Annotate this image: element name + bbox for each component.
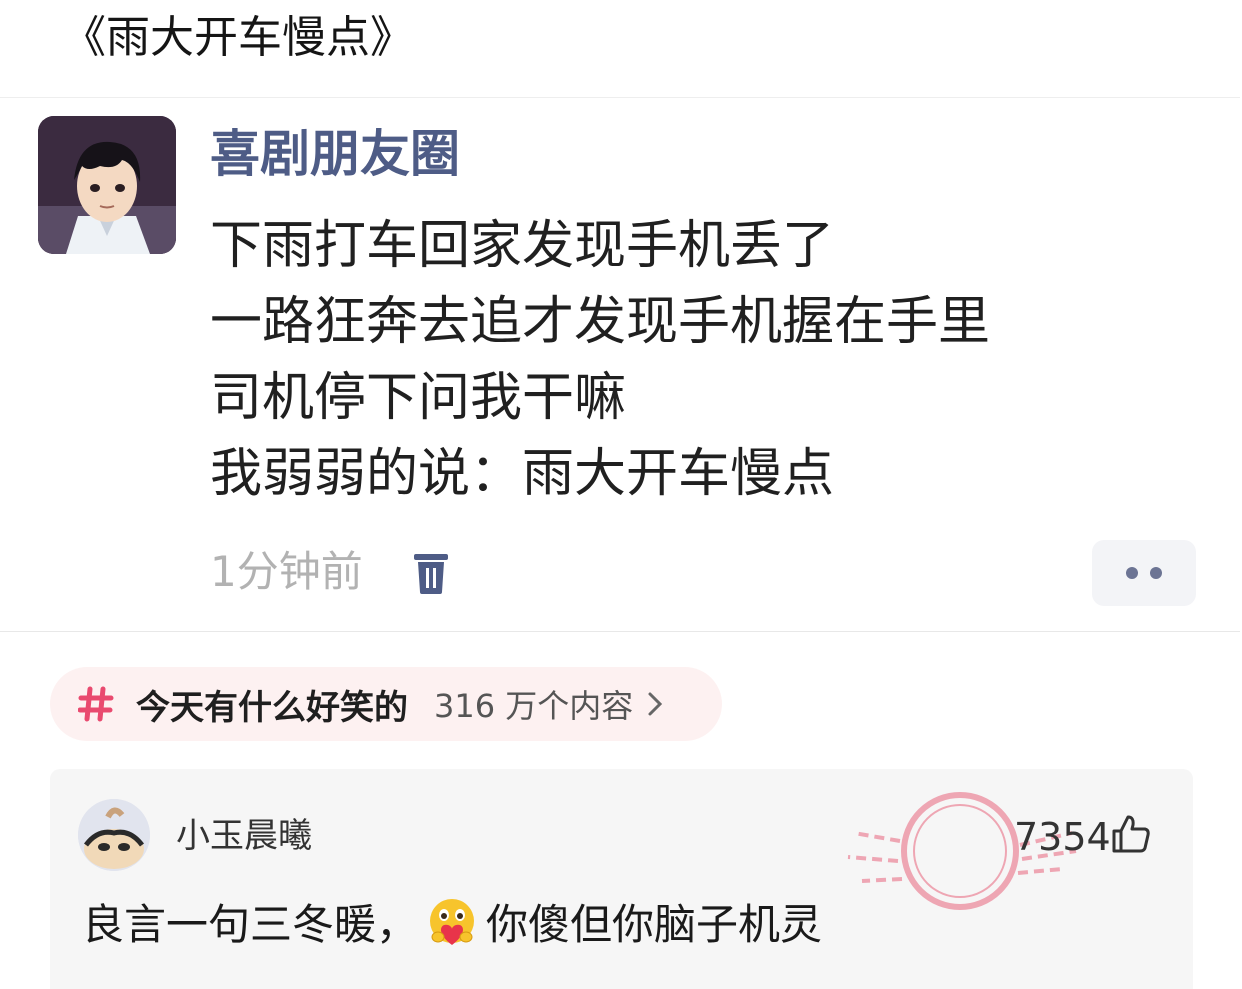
moment-text: 下雨打车回家发现手机丢了 一路狂奔去追才发现手机握在手里 司机停下问我干嘛 我弱… xyxy=(210,208,990,512)
moment-line: 下雨打车回家发现手机丢了 xyxy=(210,216,835,276)
topic-link[interactable]: 今天有什么好笑的 316 万个内容 xyxy=(50,667,722,741)
heart-hug-emoji-icon xyxy=(430,899,475,945)
thumbs-up-icon[interactable] xyxy=(1110,813,1152,855)
commenter-name[interactable]: 小玉晨曦 xyxy=(176,814,312,858)
like-count: 7354 xyxy=(1014,815,1111,859)
poster-avatar xyxy=(38,116,176,254)
trash-icon[interactable] xyxy=(412,550,450,596)
post-title: 《雨大开车慢点》 xyxy=(62,12,414,63)
comment-text-part: 良言一句三冬暖， xyxy=(82,900,419,949)
moment-line: 我弱弱的说：雨大开车慢点 xyxy=(210,444,835,504)
comment-card: 小玉晨曦 7354 良言一句三冬暖， 你傻但你脑子机灵 xyxy=(50,769,1193,989)
chevron-right-icon xyxy=(648,692,663,716)
moment-line: 司机停下问我干嘛 xyxy=(210,368,627,428)
topic-count: 316 万个内容 xyxy=(434,687,634,725)
more-dots-icon[interactable] xyxy=(1092,540,1196,606)
comment-text: 良言一句三冬暖， 你傻但你脑子机灵 xyxy=(82,897,822,953)
dot xyxy=(1150,567,1162,579)
moment-line: 一路狂奔去追才发现手机握在手里 xyxy=(210,292,991,352)
poster-name[interactable]: 喜剧朋友圈 xyxy=(210,122,460,186)
dot xyxy=(1126,567,1138,579)
moment-screenshot: 喜剧朋友圈 下雨打车回家发现手机丢了 一路狂奔去追才发现手机握在手里 司机停下问… xyxy=(0,97,1240,632)
commenter-avatar[interactable] xyxy=(78,799,150,871)
comment-text-part: 你傻但你脑子机灵 xyxy=(486,900,823,949)
topic-name: 今天有什么好笑的 xyxy=(136,687,408,728)
hash-icon xyxy=(78,686,114,722)
moment-timestamp: 1分钟前 xyxy=(210,547,363,596)
